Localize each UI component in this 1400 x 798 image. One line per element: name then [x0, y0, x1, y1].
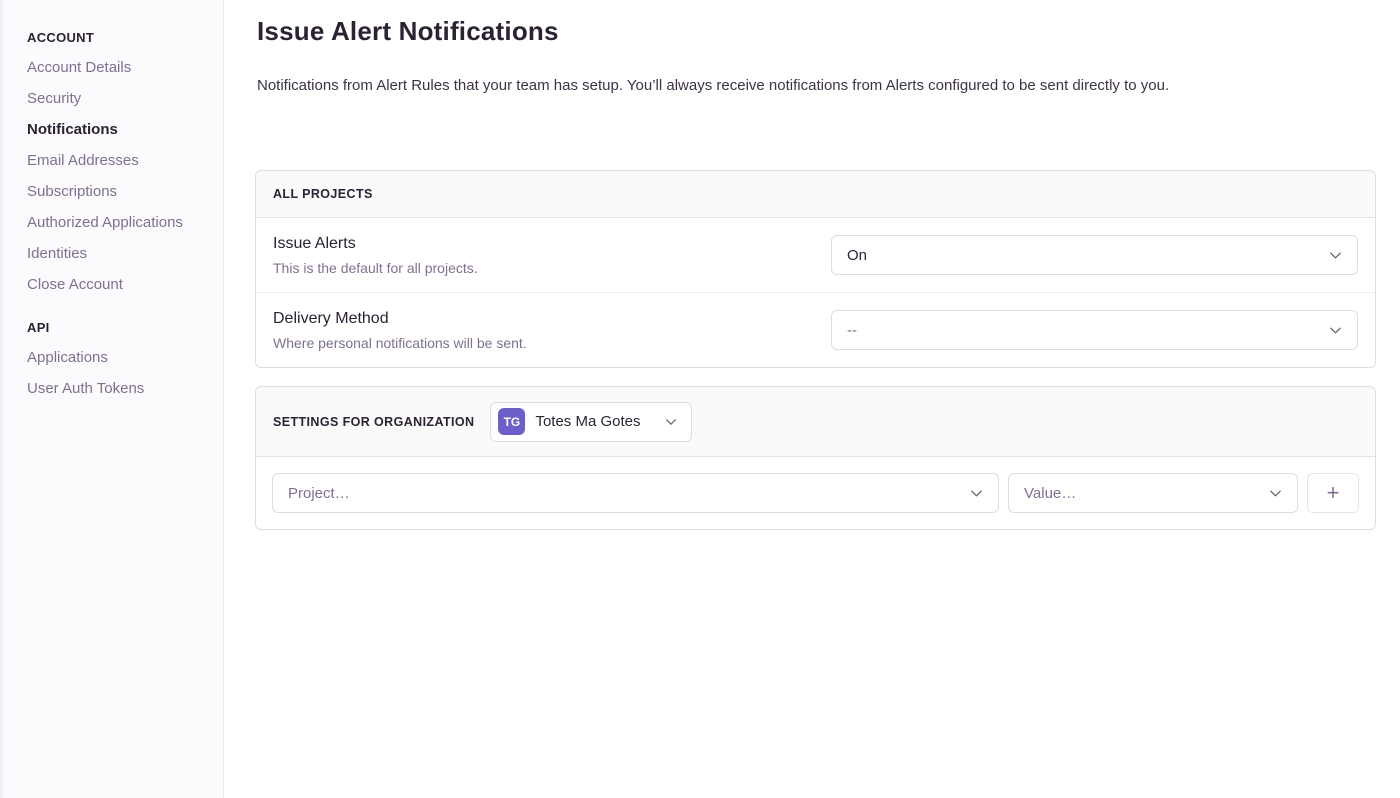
sidebar-section-account: ACCOUNT Account Details Security Notific… — [27, 30, 207, 294]
project-select-placeholder: Project… — [288, 485, 350, 502]
issue-alerts-select[interactable]: On — [831, 235, 1358, 275]
sidebar-item-authorized-applications[interactable]: Authorized Applications — [27, 213, 207, 232]
sidebar-item-identities[interactable]: Identities — [27, 244, 207, 263]
delivery-method-select-value: -- — [847, 322, 857, 339]
page-description: Notifications from Alert Rules that your… — [257, 76, 1376, 96]
sidebar-header-api: API — [27, 320, 207, 335]
sidebar-item-security[interactable]: Security — [27, 89, 207, 108]
delivery-method-select[interactable]: -- — [831, 310, 1358, 350]
chevron-down-icon — [1268, 486, 1283, 501]
chevron-down-icon — [664, 415, 678, 429]
organization-avatar: TG — [498, 408, 525, 435]
sidebar-section-api: API Applications User Auth Tokens — [27, 320, 207, 398]
sidebar-header-account: ACCOUNT — [27, 30, 207, 45]
sidebar-item-account-details[interactable]: Account Details — [27, 58, 207, 77]
organization-name: Totes Ma Gotes — [535, 413, 640, 430]
value-select-placeholder: Value… — [1024, 485, 1076, 502]
org-settings-panel: SETTINGS FOR ORGANIZATION TG Totes Ma Go… — [255, 386, 1376, 530]
project-override-row: Project… Value… + — [256, 457, 1375, 529]
sidebar-item-applications[interactable]: Applications — [27, 348, 207, 367]
app-root: ACCOUNT Account Details Security Notific… — [0, 0, 1400, 798]
chevron-down-icon — [1328, 248, 1343, 263]
sidebar-item-user-auth-tokens[interactable]: User Auth Tokens — [27, 379, 207, 398]
delivery-method-row: Delivery Method Where personal notificat… — [256, 292, 1375, 367]
add-override-button[interactable]: + — [1307, 473, 1359, 513]
all-projects-panel-header: ALL PROJECTS — [256, 171, 1375, 218]
org-settings-panel-header: SETTINGS FOR ORGANIZATION TG Totes Ma Go… — [256, 387, 1375, 457]
main-content: Issue Alert Notifications Notifications … — [224, 0, 1400, 798]
settings-sidebar: ACCOUNT Account Details Security Notific… — [3, 0, 224, 798]
issue-alerts-row: Issue Alerts This is the default for all… — [256, 218, 1375, 292]
delivery-method-label: Delivery Method — [273, 309, 527, 329]
chevron-down-icon — [1328, 323, 1343, 338]
all-projects-panel-title: ALL PROJECTS — [273, 187, 373, 201]
issue-alerts-select-value: On — [847, 247, 867, 264]
organization-select[interactable]: TG Totes Ma Gotes — [490, 402, 692, 442]
plus-icon: + — [1327, 482, 1340, 504]
delivery-method-help: Where personal notifications will be sen… — [273, 335, 527, 351]
value-select[interactable]: Value… — [1008, 473, 1298, 513]
all-projects-panel: ALL PROJECTS Issue Alerts This is the de… — [255, 170, 1376, 368]
page-title: Issue Alert Notifications — [257, 16, 1376, 47]
chevron-down-icon — [969, 486, 984, 501]
sidebar-item-close-account[interactable]: Close Account — [27, 275, 207, 294]
sidebar-item-subscriptions[interactable]: Subscriptions — [27, 182, 207, 201]
project-select[interactable]: Project… — [272, 473, 999, 513]
sidebar-item-notifications[interactable]: Notifications — [27, 120, 207, 139]
issue-alerts-help: This is the default for all projects. — [273, 260, 478, 276]
sidebar-item-email-addresses[interactable]: Email Addresses — [27, 151, 207, 170]
issue-alerts-label: Issue Alerts — [273, 234, 478, 254]
org-settings-panel-title: SETTINGS FOR ORGANIZATION — [273, 415, 474, 429]
delivery-method-labels: Delivery Method Where personal notificat… — [273, 309, 527, 351]
issue-alerts-labels: Issue Alerts This is the default for all… — [273, 234, 478, 276]
